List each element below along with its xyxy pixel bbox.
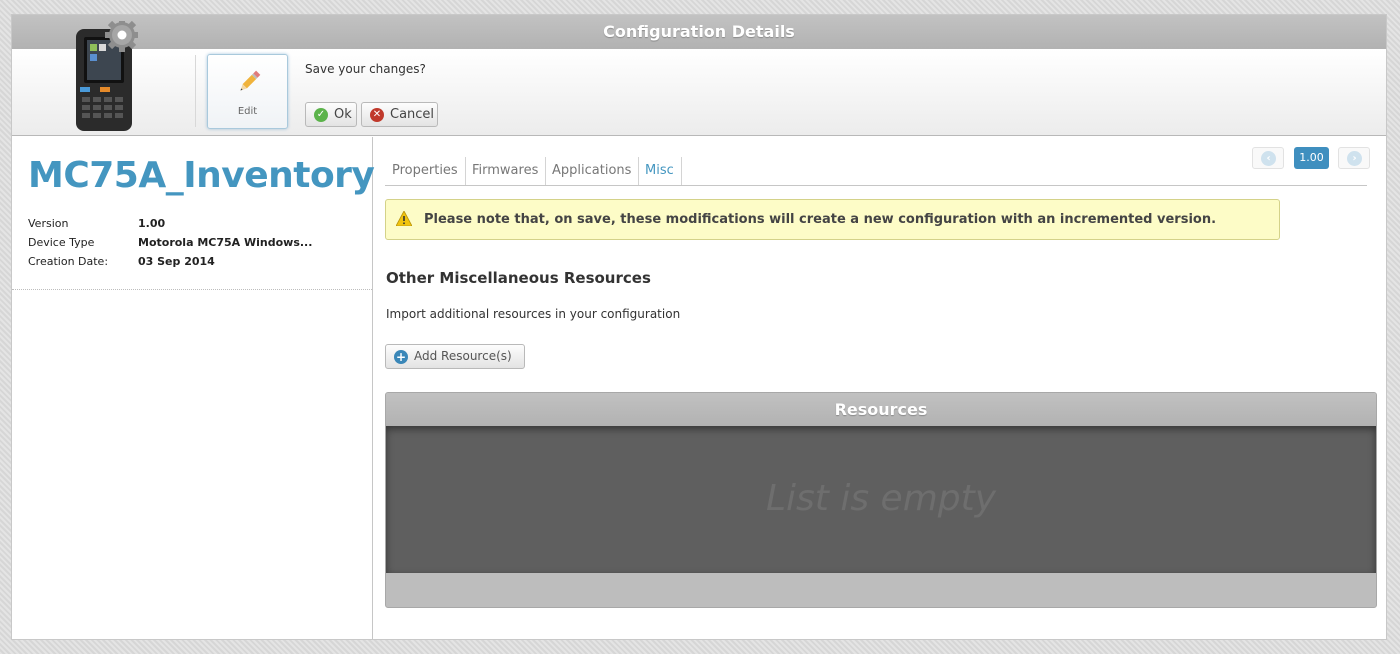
tab-properties[interactable]: Properties <box>385 157 466 185</box>
pencil-icon <box>240 70 261 91</box>
summary-divider <box>12 289 372 290</box>
configuration-window: Configuration Details Edit Save your cha… <box>11 14 1387 640</box>
property-value: 03 Sep 2014 <box>138 255 215 268</box>
notice-text: Please note that, on save, these modific… <box>424 212 1217 227</box>
resources-title: Resources <box>386 393 1376 426</box>
empty-list-message: List is empty <box>765 478 997 519</box>
ok-button[interactable]: ✓ Ok <box>305 102 357 127</box>
property-device-type: Device Type Motorola MC75A Windows... <box>28 236 358 255</box>
previous-version-button[interactable]: ‹ <box>1252 147 1284 169</box>
cancel-label: Cancel <box>390 107 435 122</box>
arrow-right-icon: › <box>1347 151 1362 166</box>
device-gear-icon <box>76 21 138 131</box>
config-summary-panel: MC75A_Inventory Version 1.00 Device Type… <box>12 137 375 639</box>
toolbar: Edit Save your changes? ✓ Ok ✕ Cancel <box>12 21 1386 136</box>
config-name: MC75A_Inventory <box>28 155 375 196</box>
next-version-button[interactable]: › <box>1338 147 1370 169</box>
tab-applications[interactable]: Applications <box>545 157 640 185</box>
version-badge: 1.00 <box>1294 147 1329 169</box>
property-version: Version 1.00 <box>28 217 358 236</box>
add-resource-label: Add Resource(s) <box>414 349 512 363</box>
property-key: Creation Date: <box>28 255 109 268</box>
tab-misc[interactable]: Misc <box>638 157 682 185</box>
property-value: 1.00 <box>138 217 166 230</box>
version-notice: Please note that, on save, these modific… <box>385 199 1280 240</box>
check-icon: ✓ <box>314 108 328 122</box>
add-resource-button[interactable]: + Add Resource(s) <box>385 344 525 369</box>
tab-bar: Properties Firmwares Applications Misc <box>385 157 1367 186</box>
section-description: Import additional resources in your conf… <box>386 307 681 321</box>
ok-label: Ok <box>334 107 352 122</box>
close-icon: ✕ <box>370 108 384 122</box>
resources-list: List is empty <box>386 426 1376 573</box>
save-prompt: Save your changes? <box>305 62 426 76</box>
tab-firmwares[interactable]: Firmwares <box>465 157 547 185</box>
plus-icon: + <box>394 350 408 364</box>
config-properties: Version 1.00 Device Type Motorola MC75A … <box>28 217 358 274</box>
section-title: Other Miscellaneous Resources <box>386 269 651 287</box>
window-title: Configuration Details <box>12 15 1386 49</box>
warning-icon <box>396 211 412 226</box>
cancel-button[interactable]: ✕ Cancel <box>361 102 438 127</box>
property-creation-date: Creation Date: 03 Sep 2014 <box>28 255 358 274</box>
edit-label: Edit <box>237 106 258 117</box>
arrow-left-icon: ‹ <box>1261 151 1276 166</box>
property-value: Motorola MC75A Windows... <box>138 236 313 249</box>
property-key: Device Type <box>28 236 95 249</box>
resources-panel: Resources List is empty <box>385 392 1377 608</box>
edit-button[interactable]: Edit <box>207 54 288 129</box>
toolbar-divider <box>195 55 196 127</box>
property-key: Version <box>28 217 69 230</box>
